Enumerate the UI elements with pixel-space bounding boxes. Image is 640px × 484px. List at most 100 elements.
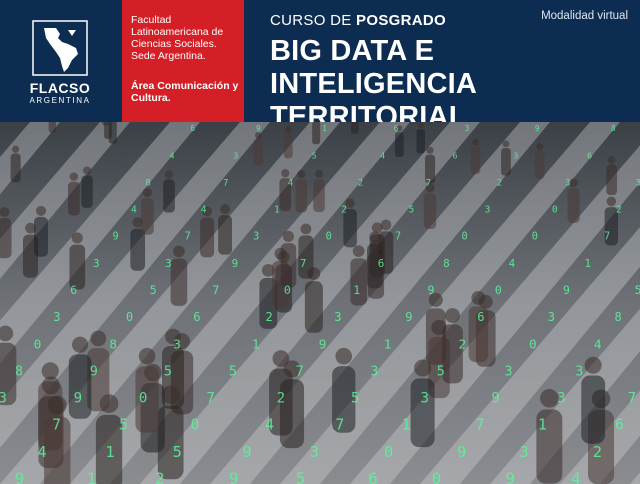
brand-name: FLACSO — [29, 80, 91, 96]
data-digit: 3 — [233, 150, 238, 160]
data-digit: 3 — [421, 391, 430, 407]
data-digit: 2 — [358, 178, 363, 188]
data-digit: 5 — [150, 283, 157, 297]
data-digit: 7 — [300, 257, 307, 270]
data-digit: 9 — [535, 124, 540, 133]
data-digit: 0 — [34, 337, 42, 352]
data-digit: 1 — [274, 205, 280, 216]
person-silhouette — [48, 122, 57, 133]
data-digit: 1 — [353, 283, 360, 297]
data-digit: 5 — [635, 283, 640, 297]
data-digit: 1 — [322, 124, 327, 133]
person-silhouette — [312, 122, 321, 145]
data-digit: 3 — [465, 124, 470, 133]
data-digit: 7 — [212, 283, 219, 297]
data-digit: 2 — [277, 391, 286, 407]
course-title: BIG DATA E INTELIGENCIA TERRITORIAL — [270, 35, 476, 133]
data-digit: 9 — [405, 310, 412, 324]
institution-panel: Facultad Latinoamericana de Ciencias Soc… — [122, 0, 244, 122]
data-digit: 7 — [604, 232, 610, 243]
data-digit: 5 — [296, 469, 306, 484]
data-digit: 3 — [0, 391, 7, 407]
data-digit: 6 — [378, 257, 385, 270]
data-digit: 3 — [504, 364, 512, 379]
data-digit: 9 — [457, 443, 466, 461]
data-digit: 7 — [185, 232, 191, 243]
data-digit: 3 — [513, 150, 518, 160]
data-digit: 6 — [70, 283, 77, 297]
data-digit: 4 — [288, 178, 293, 188]
data-digit: 4 — [169, 150, 174, 160]
data-digit: 8 — [109, 337, 117, 352]
data-digit: 4 — [201, 205, 207, 216]
data-digit: 3 — [370, 364, 378, 379]
data-digit: 9 — [90, 364, 98, 379]
data-digit: 3 — [165, 257, 172, 270]
course-banner: FLACSO ARGENTINA Facultad Latinoamerican… — [0, 0, 640, 484]
data-digit: 5 — [119, 417, 128, 434]
data-digit: 1 — [252, 337, 260, 352]
data-digit: 0 — [532, 232, 538, 243]
data-digit: 1 — [585, 257, 592, 270]
data-digit: 8 — [611, 124, 616, 133]
data-digit: 8 — [615, 310, 622, 324]
data-digit: 3 — [636, 178, 640, 188]
data-digit: 9 — [319, 337, 327, 352]
data-digit: 4 — [380, 150, 385, 160]
data-digit: 9 — [428, 283, 435, 297]
flacso-logo: FLACSO ARGENTINA — [0, 0, 120, 122]
data-digit: 5 — [351, 391, 360, 407]
data-digit: 2 — [265, 310, 272, 324]
data-digit: 1 — [402, 417, 411, 434]
data-digit: 0 — [326, 232, 332, 243]
data-digit: 9 — [113, 232, 119, 243]
data-digit: 7 — [628, 391, 637, 407]
data-digit: 2 — [459, 337, 467, 352]
data-digit: 7 — [206, 391, 215, 407]
data-digit: 3 — [575, 364, 583, 379]
banner-header: FLACSO ARGENTINA Facultad Latinoamerican… — [0, 0, 640, 133]
data-digit: 5 — [173, 443, 182, 461]
person-silhouette — [101, 122, 109, 126]
data-digit: 6 — [394, 124, 399, 133]
data-digit: 2 — [497, 178, 502, 188]
data-digit: 4 — [131, 205, 137, 216]
data-digit: 3 — [173, 337, 181, 352]
data-digit: 6 — [587, 150, 592, 160]
data-digit: 7 — [395, 232, 401, 243]
data-digit: 4 — [509, 257, 516, 270]
modality-label: Modalidad virtual — [541, 10, 628, 22]
data-digit: 0 — [495, 283, 502, 297]
data-digit: 3 — [53, 310, 60, 324]
data-digit: 3 — [519, 443, 528, 461]
hero-photo: 7963803639484694799805374739115053679314… — [0, 122, 640, 484]
data-digit: 1 — [105, 443, 114, 461]
data-digit: 6 — [615, 417, 624, 434]
data-digit: 3 — [93, 257, 100, 270]
data-digit: 9 — [505, 469, 515, 484]
area-text: Área Comunicación y Cultura. — [131, 80, 239, 104]
data-digit: 7 — [223, 178, 228, 188]
data-digit: 0 — [529, 337, 537, 352]
brand-sub: ARGENTINA — [29, 96, 91, 105]
data-digit: 6 — [477, 310, 484, 324]
data-digit: 9 — [242, 443, 251, 461]
data-digit: 2 — [155, 469, 165, 484]
data-digit: 4 — [594, 337, 602, 352]
data-digit: 5 — [408, 205, 414, 216]
latin-america-map-icon — [32, 20, 88, 76]
data-digit: 0 — [139, 391, 148, 407]
data-digit: 7 — [296, 364, 304, 379]
data-digit: 9 — [74, 391, 83, 407]
data-digit: 0 — [190, 417, 199, 434]
data-digit: 6 — [193, 310, 200, 324]
data-digit: 6 — [368, 469, 378, 484]
data-digit: 9 — [15, 469, 25, 484]
data-digit: 7 — [476, 417, 485, 434]
data-digit: 2 — [341, 205, 347, 216]
data-digit: 9 — [491, 391, 500, 407]
data-digit: 9 — [256, 124, 261, 133]
data-digit: 1 — [384, 337, 392, 352]
kicker-prefix: CURSO DE — [270, 12, 357, 29]
data-digit: 9 — [232, 257, 239, 270]
